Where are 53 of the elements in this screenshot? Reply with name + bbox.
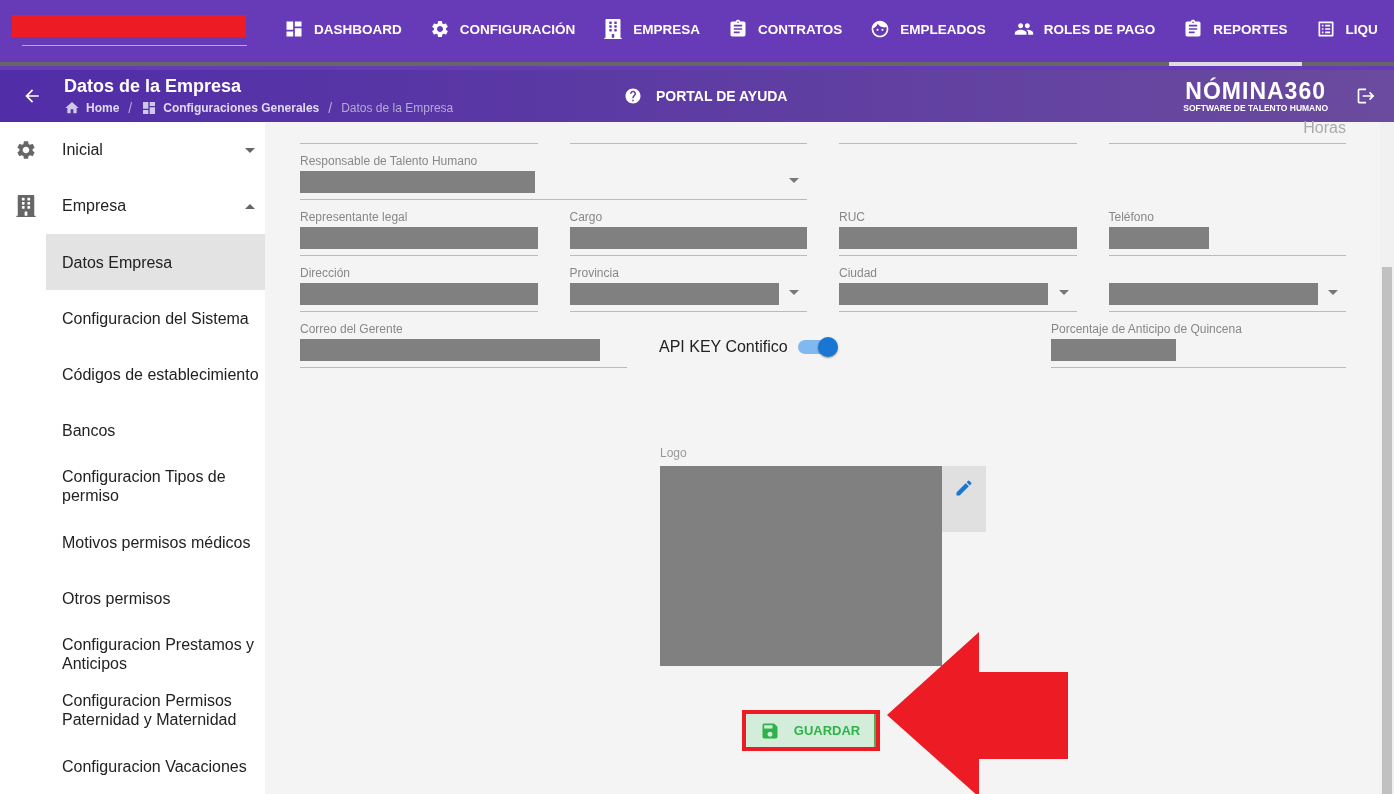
sidebar-item[interactable]: Bancos [46,402,265,458]
breadcrumb-separator: / [128,100,133,116]
dropdown-arrow-icon [789,178,799,183]
breadcrumb-link[interactable]: Datos de la Empresa [341,101,454,115]
sidebar-item[interactable]: Códigos de establecimiento [46,346,265,402]
dropdown-arrow-icon [789,290,799,295]
nav-tab[interactable]: CONTRATOS [714,0,857,66]
dropdown-arrow-icon [1058,290,1069,295]
nav-tab[interactable]: EMPLEADOS [856,0,1000,66]
sidebar-item[interactable]: Configuracion Prestamos y Anticipos [46,626,265,682]
dropdown-arrow-icon [1328,290,1338,295]
building-icon [15,195,37,217]
nav-tab[interactable]: LIQU [1301,0,1392,66]
nav-tab[interactable]: ROLES DE PAGO [999,0,1170,66]
gear-icon [15,139,37,161]
help-icon [624,87,642,105]
caret-icon [245,203,255,209]
nav-tab[interactable]: DASHBOARD [270,0,416,66]
nav-tab[interactable]: EMPRESA [589,0,714,66]
logout-button[interactable] [1356,86,1376,106]
sidebar-group[interactable]: Inicial [0,122,265,178]
dashboard-icon [141,100,158,116]
nav-tab[interactable]: REPORTES [1169,0,1302,66]
edit-button[interactable] [942,466,986,532]
scrollbar-thumb[interactable] [1382,267,1392,794]
breadcrumb-link[interactable]: Home [86,101,120,115]
gear-icon [429,19,450,39]
brand-tagline: SOFTWARE DE TALENTO HUMANO [1183,103,1328,113]
face-icon [870,19,891,39]
clipboard-icon [1183,19,1204,39]
brand-name: NÓMINA360 [1185,79,1326,103]
page-title: Datos de la Empresa [64,76,243,97]
building-icon [603,19,624,39]
help-link[interactable]: PORTAL DE AYUDA [624,87,788,105]
sidebar-group[interactable]: Empresa [0,178,265,234]
nav-tab[interactable]: CONFIGURACIÓN [415,0,590,66]
sidebar-item[interactable]: Configuracion Vacaciones [46,738,265,794]
toggle-label: API KEY Contifico [659,338,788,356]
pencil-icon [954,478,974,498]
logo-label: Logo [660,446,688,460]
home-icon [64,100,80,116]
sidebar-item[interactable]: Motivos permisos médicos [46,514,265,570]
caret-icon [245,147,255,153]
sidebar-item[interactable]: Configuracion Tipos de permiso [46,458,265,514]
sidebar-item[interactable]: Datos Empresa [46,234,265,290]
breadcrumb-link[interactable]: Configuraciones Generales [163,101,320,115]
sidebar-item[interactable]: Configuracion del Sistema [46,290,265,346]
sidebar-item[interactable]: Otros permisos [46,570,265,626]
breadcrumb-separator: / [328,100,333,116]
clipboard-icon [728,19,748,39]
unit-suffix: Horas [1303,119,1346,137]
sidebar-item[interactable]: Configuracion Permisos Paternidad y Maternidad [46,682,265,738]
dashboard-icon [284,19,304,39]
